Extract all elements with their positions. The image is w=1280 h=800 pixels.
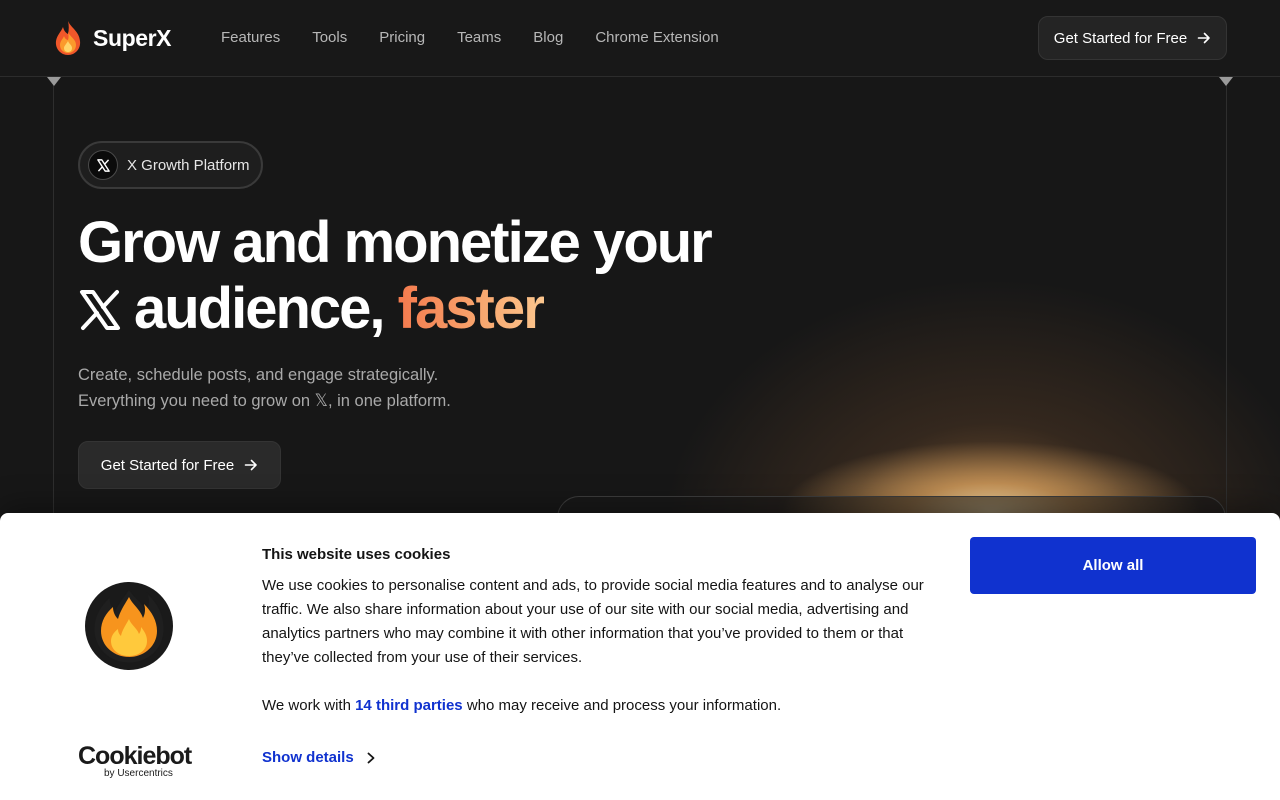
arrow-right-icon xyxy=(244,458,258,472)
badge-label: X Growth Platform xyxy=(127,156,250,174)
frame-marker-right xyxy=(1219,77,1233,86)
x-growth-badge: X Growth Platform xyxy=(78,141,263,189)
headline-audience: audience, xyxy=(134,276,386,341)
cookie-title: This website uses cookies xyxy=(262,546,451,563)
nav-get-started-button[interactable]: Get Started for Free xyxy=(1038,16,1227,60)
partners-prefix: We work with xyxy=(262,697,351,714)
cookiebot-branding[interactable]: Cookiebot by Usercentrics xyxy=(78,742,192,780)
headline-line-2: audience, faster xyxy=(78,276,778,342)
headline-line-1: Grow and monetize your xyxy=(78,210,713,275)
nav-link-features[interactable]: Features xyxy=(221,29,280,46)
nav-link-blog[interactable]: Blog xyxy=(533,29,563,46)
cookie-banner: Cookiebot by Usercentrics This website u… xyxy=(0,513,1280,800)
top-navigation: SuperX Features Tools Pricing Teams Blog… xyxy=(0,0,1280,77)
brand[interactable]: SuperX xyxy=(52,20,172,56)
x-logo-icon xyxy=(88,150,118,180)
cookiebot-name: Cookiebot xyxy=(78,742,192,770)
subtitle-line-2: Everything you need to grow on 𝕏, in one… xyxy=(78,392,451,410)
show-details-label: Show details xyxy=(262,749,354,766)
nav-link-teams[interactable]: Teams xyxy=(457,29,501,46)
allow-all-button[interactable]: Allow all xyxy=(970,537,1256,594)
nav-link-pricing[interactable]: Pricing xyxy=(379,29,425,46)
cookie-body: We use cookies to personalise content an… xyxy=(262,577,924,666)
cookie-partners-text: We work with 14 third parties who may re… xyxy=(262,694,952,718)
arrow-right-icon xyxy=(1197,31,1211,45)
nav-link-tools[interactable]: Tools xyxy=(312,29,347,46)
frame-line-right xyxy=(1226,77,1227,517)
frame-line-left xyxy=(53,77,54,517)
x-logo-icon xyxy=(80,290,120,330)
headline-highlight: faster xyxy=(397,276,546,341)
hero-get-started-button[interactable]: Get Started for Free xyxy=(78,441,281,489)
brand-name: SuperX xyxy=(93,24,172,51)
flame-logo-icon xyxy=(85,582,173,670)
nav-link-chrome-extension[interactable]: Chrome Extension xyxy=(595,29,718,46)
hero-headline: Grow and monetize your audience, faster xyxy=(78,210,778,342)
hero-cta-label: Get Started for Free xyxy=(100,456,235,474)
nav-cta-label: Get Started for Free xyxy=(1053,29,1188,47)
nav-links: Features Tools Pricing Teams Blog Chrome… xyxy=(221,29,719,46)
hero-subtitle: Create, schedule posts, and engage strat… xyxy=(78,362,558,414)
frame-marker-left xyxy=(47,77,61,86)
flame-icon xyxy=(55,21,81,55)
show-details-button[interactable]: Show details xyxy=(262,749,376,766)
subtitle-line-1: Create, schedule posts, and engage strat… xyxy=(78,366,439,384)
chevron-right-icon xyxy=(366,752,376,764)
third-parties-link[interactable]: 14 third parties xyxy=(355,697,463,714)
partners-suffix: who may receive and process your informa… xyxy=(466,697,782,714)
